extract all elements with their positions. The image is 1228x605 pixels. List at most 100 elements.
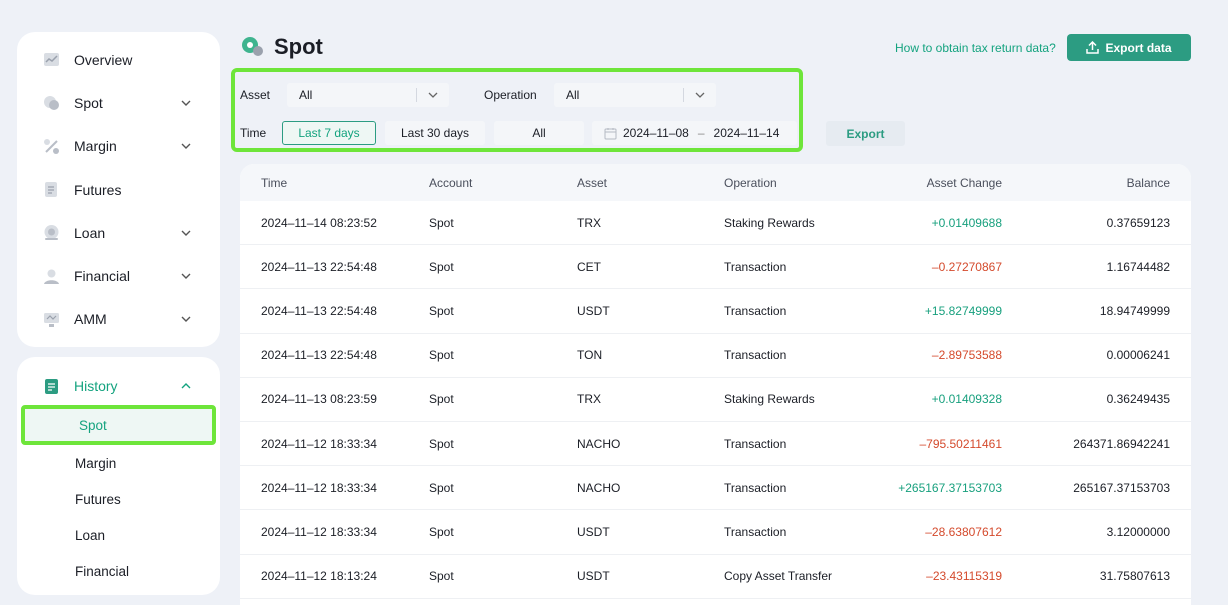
chevron-down-icon[interactable] [180, 313, 192, 325]
time-all[interactable]: All [494, 121, 584, 145]
sidebar-item-label: History [74, 378, 118, 394]
cell-asset: USDT [577, 569, 610, 584]
cell-asset-change: –2.89753588 [931, 348, 1002, 363]
cell-asset: TON [577, 348, 603, 363]
table-row: 2024–11–12 18:33:34 Spot NACHO Transacti… [240, 466, 1191, 511]
asset-select[interactable]: All [287, 83, 449, 107]
chevron-down-icon [427, 89, 439, 101]
cell-time: 2024–11–13 22:54:48 [261, 348, 377, 363]
sidebar-item-futures[interactable]: Futures [17, 168, 220, 211]
sidebar-subitem-loan[interactable]: Loan [17, 517, 220, 553]
cell-account: Spot [429, 215, 454, 230]
cell-asset: USDT [577, 303, 610, 318]
time-label: Time [240, 126, 267, 140]
chart-icon [43, 51, 60, 68]
upload-icon [1086, 41, 1100, 54]
cell-account: Spot [429, 569, 454, 584]
calendar-icon [604, 127, 617, 140]
time-last-7-days[interactable]: Last 7 days [282, 121, 376, 145]
cell-time: 2024–11–12 18:33:34 [261, 480, 377, 495]
column-header-asset: Asset [577, 175, 608, 190]
table-row: 2024–11–12 18:33:34 Spot USDT Transactio… [240, 510, 1191, 555]
sidebar-history: History Spot Margin Futures Loan Financi… [17, 357, 220, 595]
table-row: 2024–11–13 22:54:48 Spot TON Transaction… [240, 334, 1191, 378]
sidebar-item-margin[interactable]: Margin [17, 125, 220, 168]
sidebar-subitem-futures[interactable]: Futures [17, 481, 220, 517]
cell-asset-change: –23.43115319 [926, 569, 1002, 584]
chevron-up-icon[interactable] [180, 380, 192, 392]
sidebar-subitem-spot[interactable]: Spot [21, 405, 216, 445]
cell-account: Spot [429, 348, 454, 363]
chevron-down-icon[interactable] [180, 270, 192, 282]
sidebar-item-label: Overview [74, 51, 133, 68]
history-icon [43, 378, 60, 395]
table-row: 2024–11–14 08:23:52 Spot TRX Staking Rew… [240, 201, 1191, 246]
tax-return-link[interactable]: How to obtain tax return data? [895, 41, 1056, 55]
sidebar-item-label: Spot [74, 94, 103, 111]
cell-operation: Transaction [724, 436, 787, 451]
cell-asset-change: +15.82749999 [924, 303, 1002, 318]
cell-asset-change: +0.01409328 [931, 392, 1002, 407]
sidebar-item-spot[interactable]: Spot [17, 81, 220, 124]
chevron-down-icon [694, 89, 706, 101]
asset-label: Asset [240, 88, 271, 102]
column-header-balance: Balance [1126, 175, 1170, 190]
sidebar-item-amm[interactable]: AMM [17, 298, 220, 341]
sidebar-item-label: Financial [74, 268, 131, 285]
date-end[interactable]: 2024–11–14 [714, 126, 780, 140]
sidebar-item-label: Futures [74, 181, 122, 198]
table-row: 2024–11–13 22:54:48 Spot USDT Transactio… [240, 289, 1191, 334]
cell-asset: NACHO [577, 436, 621, 451]
cell-operation: Transaction [724, 259, 787, 274]
page-title-text: Spot [274, 34, 323, 59]
sidebar-item-financial[interactable]: Financial [17, 254, 220, 297]
cell-balance: 0.36249435 [1106, 392, 1170, 407]
sidebar-item-loan[interactable]: Loan [17, 211, 220, 254]
cell-balance: 0.00006241 [1106, 348, 1170, 363]
chevron-down-icon[interactable] [180, 140, 192, 152]
cell-time: 2024–11–13 22:54:48 [261, 303, 377, 318]
sidebar-item-overview[interactable]: Overview [17, 38, 220, 81]
cell-operation: Transaction [724, 303, 787, 318]
user-icon [43, 268, 60, 285]
sidebar-item-label: Loan [74, 224, 106, 241]
cell-asset: TRX [577, 392, 601, 407]
spot-logo-icon [241, 35, 265, 59]
loan-icon [43, 224, 60, 241]
chevron-down-icon[interactable] [180, 97, 192, 109]
cell-operation: Copy Asset Transfer [724, 569, 833, 584]
chevron-down-icon[interactable] [180, 227, 192, 239]
cell-time: 2024–11–13 22:54:48 [261, 259, 377, 274]
document-icon [43, 181, 60, 198]
export-button[interactable]: Export [826, 121, 905, 146]
cell-account: Spot [429, 303, 454, 318]
export-data-button[interactable]: Export data [1067, 34, 1191, 61]
cell-asset-change: –795.50211461 [919, 436, 1002, 451]
sidebar-subitem-financial[interactable]: Financial [17, 553, 220, 589]
cell-asset-change: –28.63807612 [925, 524, 1002, 539]
column-header-operation: Operation [724, 175, 777, 190]
table-row: 2024–11–13 22:54:48 Spot CET Transaction… [240, 245, 1191, 290]
cell-asset: USDT [577, 524, 610, 539]
column-header-asset-change: Asset Change [926, 175, 1002, 190]
page-title: Spot [241, 34, 323, 60]
cell-balance: 264371.86942241 [1073, 436, 1170, 451]
sidebar-main: Overview Spot Margin Futures Loan Financ… [17, 32, 220, 347]
time-last-30-days[interactable]: Last 30 days [385, 121, 485, 145]
date-start[interactable]: 2024–11–08 [623, 126, 689, 140]
table-row: 2024–11–12 18:33:34 Spot NACHO Transacti… [240, 422, 1191, 467]
sidebar-subitem-margin[interactable]: Margin [17, 445, 220, 481]
cell-asset-change: +265167.37153703 [898, 480, 1002, 495]
date-separator: – [697, 126, 705, 140]
sidebar-item-history[interactable]: History [17, 371, 220, 401]
cell-balance: 0.37659123 [1106, 215, 1170, 230]
cell-account: Spot [429, 524, 454, 539]
date-range-picker[interactable]: 2024–11–08 – 2024–11–14 [592, 121, 797, 145]
cell-asset-change: –0.27270867 [931, 259, 1002, 274]
sidebar-item-label: AMM [74, 311, 107, 328]
cell-asset: CET [577, 259, 601, 274]
table-row: 2024–11–13 08:23:59 Spot TRX Staking Rew… [240, 378, 1191, 422]
operation-select[interactable]: All [554, 83, 716, 107]
cell-operation: Transaction [724, 348, 787, 363]
cell-account: Spot [429, 392, 454, 407]
